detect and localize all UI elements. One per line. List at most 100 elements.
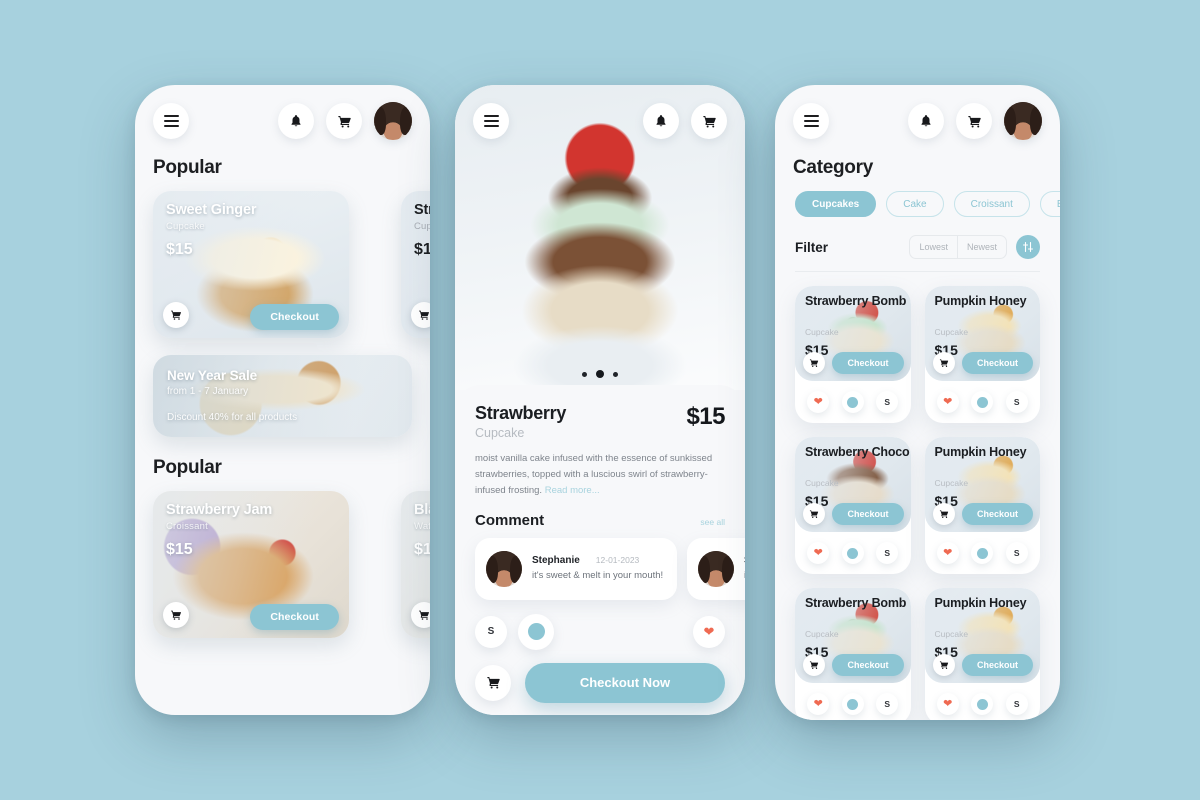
favorite-button[interactable]: ❤ <box>936 391 959 413</box>
size-selector[interactable]: S <box>1005 693 1028 715</box>
favorite-outline-icon[interactable]: ♡ <box>357 202 382 215</box>
see-all-link[interactable]: see all <box>700 517 725 527</box>
bell-icon[interactable] <box>908 103 944 139</box>
product-card-top[interactable]: Strawberry Bomb Cupcake $15 Checkout <box>795 588 911 683</box>
color-swatch <box>976 547 988 559</box>
favorite-button[interactable]: ❤ <box>807 693 830 715</box>
size-selector[interactable]: S <box>876 391 899 413</box>
checkout-button[interactable]: Checkout <box>832 503 904 525</box>
size-selector[interactable]: S <box>1005 391 1028 413</box>
category-chip-cake[interactable]: Cake <box>886 191 944 217</box>
shopping-cart-icon[interactable] <box>326 103 362 139</box>
carousel-dots[interactable] <box>455 370 745 378</box>
product-card-top[interactable]: Pumpkin Honey Cupcake $15 Checkout <box>924 286 1040 381</box>
bell-icon[interactable] <box>643 103 679 139</box>
add-to-cart-icon[interactable] <box>803 503 825 525</box>
checkout-button[interactable]: Checkout <box>250 304 339 330</box>
category-chip-baguette[interactable]: Baguette <box>1039 191 1060 217</box>
carousel-dot[interactable] <box>582 371 587 377</box>
color-swatch[interactable] <box>362 257 376 272</box>
checkout-button[interactable]: Checkout <box>961 352 1033 374</box>
avatar[interactable] <box>374 102 412 140</box>
product-card-top[interactable]: Pumpkin Honey Cupcake $15 Checkout <box>924 437 1040 532</box>
product-card[interactable]: Strawberry Bomb Cupcake $15 Checkout ❤ S <box>795 286 911 423</box>
product-card[interactable]: Strawberry Bomb Cupcake $15 Checkout ❤ S <box>795 588 911 720</box>
size-selector[interactable]: S <box>876 693 899 715</box>
tune-slider-icon[interactable] <box>1016 235 1040 259</box>
size-label[interactable]: S <box>359 614 379 625</box>
product-card[interactable]: Pumpkin Honey Cupcake $15 Checkout ❤ S <box>924 588 1040 720</box>
carousel-dot[interactable] <box>613 371 618 377</box>
bell-icon[interactable] <box>278 103 314 139</box>
color-swatch[interactable] <box>362 557 376 572</box>
category-chip-croissant[interactable]: Croissant <box>953 191 1030 217</box>
add-to-cart-icon[interactable] <box>932 654 955 676</box>
checkout-button[interactable]: Checkout <box>961 503 1033 525</box>
category-chip-list[interactable]: Cupcakes Cake Croissant Baguette <box>775 191 1060 217</box>
favorite-button[interactable]: ❤ <box>936 693 959 715</box>
checkout-button[interactable]: Checkout <box>250 604 339 630</box>
size-label[interactable]: S <box>359 314 379 325</box>
sort-option-lowest[interactable]: Lowest <box>910 236 957 258</box>
color-selector[interactable] <box>971 391 994 413</box>
favorite-button[interactable]: ❤ <box>693 615 725 648</box>
comment-card[interactable]: Stephanie 12-01-2023 it's sweet & melt i… <box>687 537 745 600</box>
checkout-now-button[interactable]: Checkout Now <box>525 662 725 703</box>
product-card[interactable]: Pumpkin Honey Cupcake $15 Checkout ❤ S <box>924 286 1040 423</box>
comment-list[interactable]: Stephanie 12-01-2023 it's sweet & melt i… <box>455 537 745 600</box>
purchase-row: Checkout Now <box>455 662 745 703</box>
product-card[interactable]: Pumpkin Honey Cupcake $15 Checkout ❤ S <box>924 437 1040 574</box>
read-more-link[interactable]: Read more... <box>545 485 600 496</box>
hamburger-menu-icon[interactable] <box>473 103 509 139</box>
product-name: Pumpkin Honey <box>934 596 1027 610</box>
product-card[interactable]: Strawberry Jam Croissant $15 Checkout <box>153 491 349 638</box>
add-to-cart-icon[interactable] <box>803 654 825 676</box>
checkout-button[interactable]: Checkout <box>961 654 1033 676</box>
product-row-popular-2[interactable]: Strawberry Jam Croissant $15 Checkout ♡ … <box>135 491 430 638</box>
carousel-dot-active[interactable] <box>596 370 604 378</box>
product-card[interactable]: Sweet Ginger Cupcake $15 Checkout <box>153 191 349 338</box>
hamburger-menu-icon[interactable] <box>153 103 189 139</box>
product-grid[interactable]: Strawberry Bomb Cupcake $15 Checkout ❤ S <box>775 272 1060 720</box>
favorite-button[interactable]: ❤ <box>807 391 830 413</box>
color-selector[interactable] <box>841 693 864 715</box>
add-to-cart-icon[interactable] <box>163 602 189 628</box>
promo-banner[interactable]: New Year Sale from 1 - 7 January Discoun… <box>153 355 412 437</box>
color-selector[interactable] <box>518 613 554 650</box>
add-to-cart-icon[interactable] <box>932 352 955 374</box>
color-selector[interactable] <box>971 693 994 715</box>
app-header <box>135 85 430 157</box>
size-selector[interactable]: S <box>876 542 899 564</box>
favorite-button[interactable]: ❤ <box>936 542 959 564</box>
comment-card[interactable]: Stephanie 12-01-2023 it's sweet & melt i… <box>475 537 677 600</box>
sort-segmented-control[interactable]: Lowest Newest <box>909 235 1007 259</box>
product-card[interactable]: Strawberry Cupcake $15 <box>401 191 430 338</box>
checkout-button[interactable]: Checkout <box>832 654 904 676</box>
color-selector[interactable] <box>841 542 864 564</box>
product-row-popular-1[interactable]: Sweet Ginger Cupcake $15 Checkout ♡ S St… <box>135 191 430 338</box>
product-card-top[interactable]: Strawberry Bomb Cupcake $15 Checkout <box>795 286 911 381</box>
color-selector[interactable] <box>841 391 864 413</box>
favorite-outline-icon[interactable]: ♡ <box>357 502 382 515</box>
hamburger-menu-icon[interactable] <box>793 103 829 139</box>
shopping-cart-icon[interactable] <box>691 103 727 139</box>
product-card[interactable]: Strawberry Choco Cupcake $15 Checkout ❤ … <box>795 437 911 574</box>
category-chip-cupcakes[interactable]: Cupcakes <box>795 191 877 217</box>
avatar[interactable] <box>1004 102 1042 140</box>
cart-button[interactable] <box>475 664 511 701</box>
add-to-cart-icon[interactable] <box>932 503 955 525</box>
size-selector[interactable]: S <box>1005 542 1028 564</box>
color-selector[interactable] <box>971 542 994 564</box>
product-card-top[interactable]: Pumpkin Honey Cupcake $15 Checkout <box>924 588 1040 683</box>
add-to-cart-icon[interactable] <box>163 302 189 328</box>
sort-option-newest[interactable]: Newest <box>956 236 1006 258</box>
product-card-top[interactable]: Strawberry Choco Cupcake $15 Checkout <box>795 437 911 532</box>
add-to-cart-icon[interactable] <box>411 302 430 328</box>
shopping-cart-icon[interactable] <box>956 103 992 139</box>
favorite-button[interactable]: ❤ <box>807 542 830 564</box>
add-to-cart-icon[interactable] <box>803 352 825 374</box>
checkout-button[interactable]: Checkout <box>832 352 904 374</box>
size-selector[interactable]: S <box>475 615 507 648</box>
add-to-cart-icon[interactable] <box>411 602 430 628</box>
product-card[interactable]: Blackberry Waffle $15 <box>401 491 430 638</box>
